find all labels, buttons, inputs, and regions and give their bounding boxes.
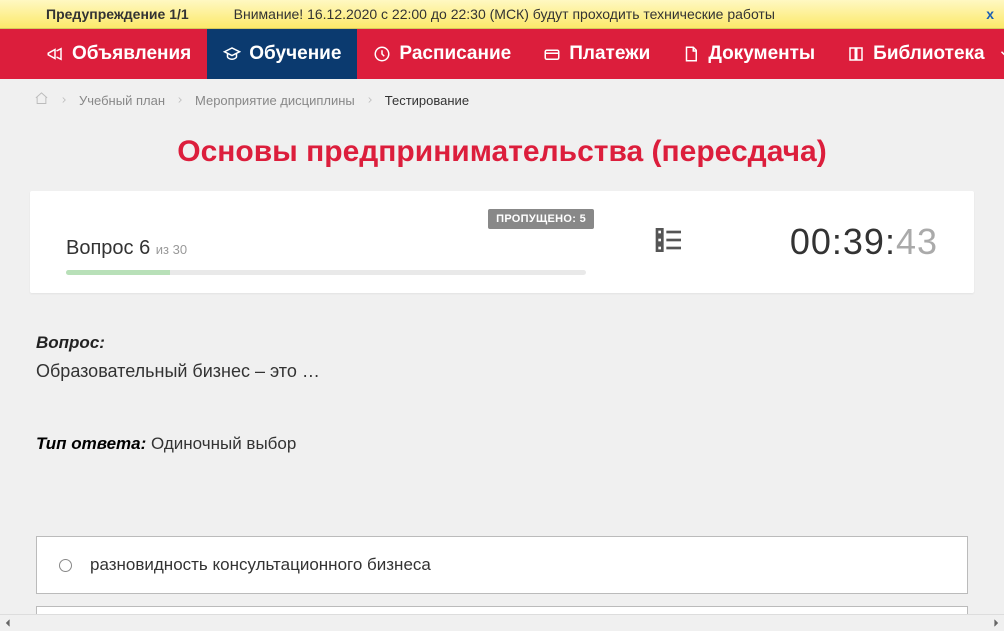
quiz-status-panel: ПРОПУЩЕНО: 5 Вопрос 6 из 30 (30, 191, 974, 293)
answer-option[interactable]: технология обеспечения информацией (36, 606, 968, 614)
warning-title: Предупреждение 1/1 (46, 6, 189, 22)
radio-icon[interactable] (59, 559, 72, 572)
warning-bar: Предупреждение 1/1 Внимание! 16.12.2020 … (0, 0, 1004, 29)
question-total: 30 (173, 242, 187, 257)
chevron-right-icon (175, 93, 185, 108)
nav-label: Библиотека (873, 43, 984, 65)
chevron-right-icon (365, 93, 375, 108)
graduation-icon (223, 45, 241, 63)
answers-list: разновидность консультационного бизнеса … (30, 536, 974, 614)
timer-seconds: 39 (843, 221, 885, 262)
nav-label: Платежи (569, 43, 650, 65)
question-word: Вопрос (66, 237, 134, 259)
megaphone-icon (46, 45, 64, 63)
answer-option[interactable]: разновидность консультационного бизнеса (36, 536, 968, 594)
horizontal-scrollbar[interactable] (0, 614, 1004, 630)
question-list-icon[interactable] (653, 224, 685, 261)
nav-label: Расписание (399, 43, 511, 65)
close-icon[interactable]: x (986, 6, 994, 22)
question-text: Образовательный бизнес – это … (36, 361, 968, 382)
of-word: из (156, 242, 169, 257)
nav-label: Документы (708, 43, 815, 65)
answer-type-value: Одиночный выбор (151, 434, 296, 453)
breadcrumb-testing: Тестирование (385, 93, 469, 108)
chevron-right-icon (59, 93, 69, 108)
chevron-down-icon (997, 45, 1004, 63)
breadcrumb-study-plan[interactable]: Учебный план (79, 93, 165, 108)
scroll-right-arrow[interactable] (988, 615, 1004, 631)
progress-bar (66, 270, 586, 275)
question-label: Вопрос: (36, 333, 968, 353)
page-title: Основы предпринимательства (пересдача) (0, 121, 1004, 191)
timer-centiseconds: 43 (896, 221, 938, 262)
nav-documents[interactable]: Документы (666, 29, 831, 79)
progress-fill (66, 270, 170, 275)
nav-education[interactable]: Обучение (207, 29, 357, 79)
scroll-left-arrow[interactable] (0, 615, 16, 631)
timer-minutes: 00 (790, 221, 832, 262)
nav-library[interactable]: Библиотека (831, 29, 1004, 79)
page-scroll[interactable]: Предупреждение 1/1 Внимание! 16.12.2020 … (0, 0, 1004, 614)
clock-icon (373, 45, 391, 63)
nav-label: Объявления (72, 43, 191, 65)
breadcrumb-discipline-event[interactable]: Мероприятие дисциплины (195, 93, 355, 108)
nav-payments[interactable]: Платежи (527, 29, 666, 79)
skipped-badge: ПРОПУЩЕНО: 5 (488, 209, 594, 229)
warning-text: Внимание! 16.12.2020 с 22:00 до 22:30 (М… (234, 6, 775, 22)
breadcrumb: Учебный план Мероприятие дисциплины Тест… (0, 79, 1004, 121)
question-counter: Вопрос 6 из 30 (66, 237, 594, 260)
scroll-track[interactable] (16, 615, 988, 630)
main-nav: Объявления Обучение Расписание Платежи Д… (0, 29, 1004, 79)
home-icon[interactable] (34, 91, 49, 109)
book-icon (847, 45, 865, 63)
nav-label: Обучение (249, 43, 341, 65)
answer-text: разновидность консультационного бизнеса (90, 555, 431, 575)
wallet-icon (543, 45, 561, 63)
timer: 00:39:43 (790, 221, 938, 262)
nav-announcements[interactable]: Объявления (30, 29, 207, 79)
document-icon (682, 45, 700, 63)
answer-type-label: Тип ответа: (36, 434, 146, 453)
nav-schedule[interactable]: Расписание (357, 29, 527, 79)
question-current: 6 (139, 237, 150, 259)
